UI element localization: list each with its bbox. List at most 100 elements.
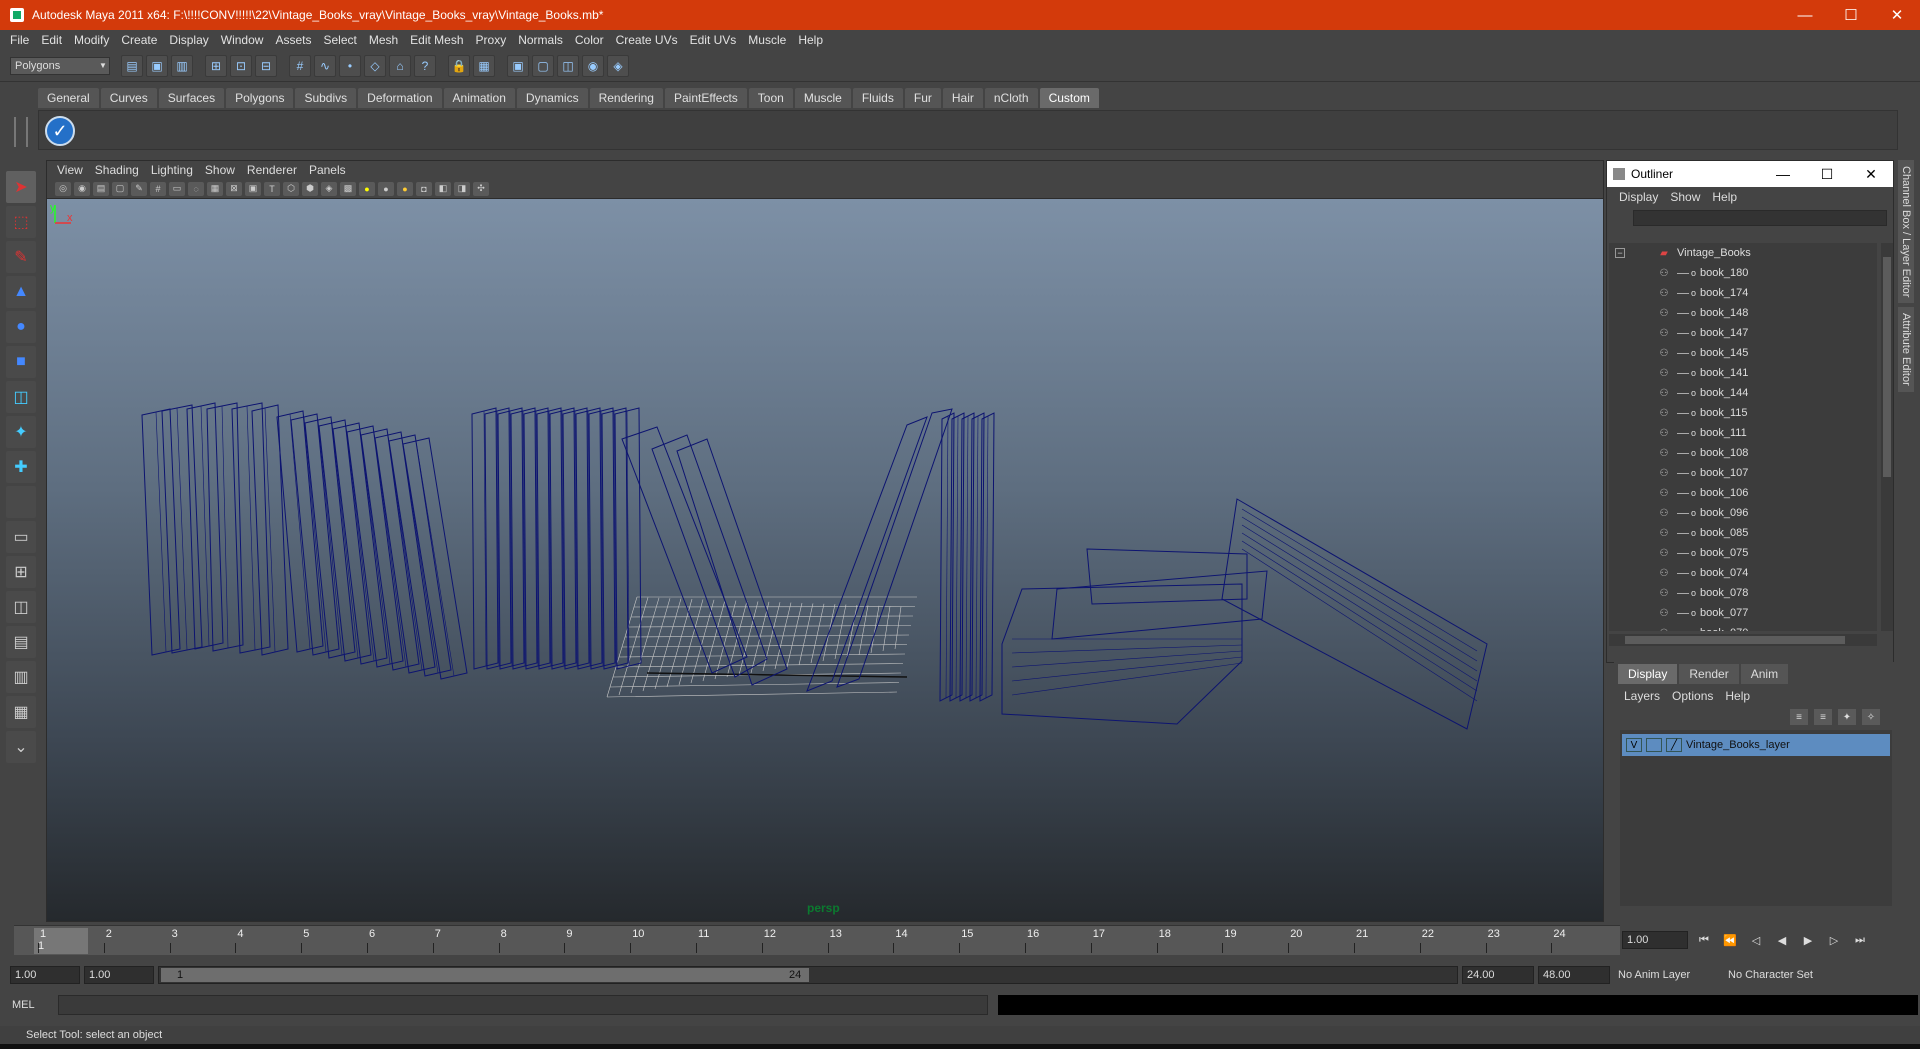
- shelf-handle[interactable]: [14, 117, 28, 147]
- outliner-item[interactable]: ⚇ o book_148: [1609, 303, 1877, 323]
- range-slider-handle[interactable]: [161, 968, 809, 982]
- snap-grid-icon[interactable]: #: [289, 54, 311, 77]
- render-frame-icon[interactable]: ▣: [507, 54, 529, 77]
- outliner-item[interactable]: ⚇ o book_077: [1609, 603, 1877, 623]
- new-layer-selected-icon[interactable]: ✧: [1862, 709, 1880, 725]
- field-chart-icon[interactable]: ⊠: [226, 181, 242, 196]
- select-hierarchy-icon[interactable]: ⊞: [205, 54, 227, 77]
- four-pane-layout-icon[interactable]: ⊞: [6, 556, 36, 588]
- more-layouts-icon[interactable]: ⌄: [6, 731, 36, 763]
- perspective-viewport[interactable]: View Shading Lighting Show Renderer Panels ◎ …: [46, 160, 1604, 922]
- play-forward-icon[interactable]: ▶: [1798, 934, 1818, 947]
- rotate-tool-icon[interactable]: ●: [6, 311, 36, 343]
- menu-display[interactable]: Display: [163, 33, 214, 47]
- play-backward-icon[interactable]: ◀: [1772, 934, 1792, 947]
- vray-icon[interactable]: ◈: [607, 54, 629, 77]
- safe-action-icon[interactable]: ▣: [245, 181, 261, 196]
- xray-joints-icon[interactable]: ◨: [454, 181, 470, 196]
- outliner-item[interactable]: ⚇ o book_074: [1609, 563, 1877, 583]
- manipulator-tool-icon[interactable]: ◫: [6, 381, 36, 413]
- viewport-canvas[interactable]: y x persp: [47, 199, 1603, 921]
- render-settings-icon[interactable]: ◫: [557, 54, 579, 77]
- outliner-menu-show[interactable]: Show: [1664, 190, 1706, 204]
- layer-tab-anim[interactable]: Anim: [1740, 664, 1789, 684]
- textured-icon[interactable]: ▩: [340, 181, 356, 196]
- collapse-toggle[interactable]: −: [1615, 248, 1625, 258]
- new-layer-icon[interactable]: ✦: [1838, 709, 1856, 725]
- maximize-button[interactable]: ☐: [1828, 0, 1874, 30]
- outliner-menu-display[interactable]: Display: [1613, 190, 1664, 204]
- outliner-minimize-button[interactable]: —: [1761, 166, 1805, 182]
- outliner-item[interactable]: ⚇ o book_106: [1609, 483, 1877, 503]
- shelf-tab-custom[interactable]: Custom: [1039, 88, 1099, 108]
- time-slider[interactable]: 1 2 3 4 5 6 7 8 9 10 11 12 13 14 15 16 17 18 19 20 21 22 23 24 1: [14, 925, 1620, 955]
- minimize-button[interactable]: —: [1782, 0, 1828, 30]
- menu-assets[interactable]: Assets: [269, 33, 317, 47]
- lasso-tool-icon[interactable]: ⬚: [6, 206, 36, 238]
- outliner-item[interactable]: ⚇ o book_180: [1609, 263, 1877, 283]
- soft-mod-icon[interactable]: ✦: [6, 416, 36, 448]
- side-tab-1[interactable]: Attribute Editor: [1898, 307, 1914, 393]
- step-back-key-icon[interactable]: ⏪: [1720, 934, 1740, 947]
- outliner-tree[interactable]: − ▰ Vintage_Books ⚇ o book_180 ⚇ o book_174 ⚇ o…: [1609, 243, 1877, 631]
- layer-menu-layers[interactable]: Layers: [1618, 689, 1666, 703]
- outliner-item[interactable]: ⚇ o book_115: [1609, 403, 1877, 423]
- select-tool-icon[interactable]: ➤: [6, 171, 36, 203]
- shelf-tab-deformation[interactable]: Deformation: [358, 88, 442, 108]
- layer-menu-help[interactable]: Help: [1719, 689, 1756, 703]
- viewport-menu-shading[interactable]: Shading: [89, 163, 145, 177]
- viewport-menu-show[interactable]: Show: [199, 163, 241, 177]
- scale-tool-icon[interactable]: ■: [6, 346, 36, 378]
- graph-layout-icon[interactable]: ▥: [6, 661, 36, 693]
- persp-outliner-layout-icon[interactable]: ▤: [6, 626, 36, 658]
- character-set-dropdown[interactable]: No Character Set: [1724, 966, 1834, 984]
- playback-end-field[interactable]: 24.00: [1462, 966, 1534, 984]
- shadows-icon[interactable]: ●: [378, 181, 394, 196]
- outliner-item[interactable]: ⚇ o book_078: [1609, 583, 1877, 603]
- outliner-vertical-scrollbar[interactable]: [1881, 243, 1893, 631]
- two-d-pan-icon[interactable]: ✎: [131, 181, 147, 196]
- step-forward-frame-icon[interactable]: ▷: [1824, 934, 1844, 947]
- outliner-item[interactable]: ⚇ o book_070: [1609, 623, 1877, 631]
- side-by-side-layout-icon[interactable]: ◫: [6, 591, 36, 623]
- step-back-frame-icon[interactable]: ◁: [1746, 934, 1766, 947]
- current-time-field[interactable]: 1.00: [1622, 931, 1688, 949]
- shelf-tab-dynamics[interactable]: Dynamics: [516, 88, 588, 108]
- outliner-maximize-button[interactable]: ☐: [1805, 166, 1849, 183]
- select-object-icon[interactable]: ⊡: [230, 54, 252, 77]
- menu-muscle[interactable]: Muscle: [742, 33, 792, 47]
- range-slider[interactable]: 1 24: [158, 966, 1458, 984]
- start-time-field[interactable]: 1.00: [10, 966, 80, 984]
- select-component-icon[interactable]: ⊟: [255, 54, 277, 77]
- safe-title-icon[interactable]: T: [264, 181, 280, 196]
- ipr-render-icon[interactable]: ▢: [532, 54, 554, 77]
- go-to-end-icon[interactable]: ⏭: [1850, 934, 1870, 947]
- input-ops-icon[interactable]: ▦: [473, 54, 495, 77]
- bookmark-icon[interactable]: ▤: [93, 181, 109, 196]
- shelf-tab-muscle[interactable]: Muscle: [794, 88, 851, 108]
- outliner-item[interactable]: ⚇ o book_174: [1609, 283, 1877, 303]
- mel-input[interactable]: [58, 995, 988, 1015]
- layer-tab-display[interactable]: Display: [1618, 664, 1678, 684]
- camera-attr-icon[interactable]: ◉: [74, 181, 90, 196]
- hypershade-icon[interactable]: ◉: [582, 54, 604, 77]
- shelf-tab-general[interactable]: General: [38, 88, 99, 108]
- menu-edit[interactable]: Edit: [35, 33, 68, 47]
- camera-icon[interactable]: ◎: [55, 181, 71, 196]
- menu-normals[interactable]: Normals: [512, 33, 569, 47]
- outliner-item[interactable]: ⚇ o book_147: [1609, 323, 1877, 343]
- menu-help[interactable]: Help: [792, 33, 829, 47]
- layer-display-type-toggle[interactable]: [1646, 738, 1662, 752]
- wireframe-on-shaded-icon[interactable]: ◈: [321, 181, 337, 196]
- layer-visibility-toggle[interactable]: V: [1626, 738, 1642, 752]
- shelf-tab-rendering[interactable]: Rendering: [589, 88, 663, 108]
- shelf-tab-toon[interactable]: Toon: [748, 88, 793, 108]
- menu-select[interactable]: Select: [317, 33, 362, 47]
- menu-create[interactable]: Create: [115, 33, 163, 47]
- show-manip-icon[interactable]: ✚: [6, 451, 36, 483]
- menu-proxy[interactable]: Proxy: [470, 33, 513, 47]
- shelf-tab-fur[interactable]: Fur: [904, 88, 941, 108]
- lights-icon[interactable]: ●: [359, 181, 375, 196]
- isolate-select-icon[interactable]: ◘: [416, 181, 432, 196]
- close-button[interactable]: ✕: [1874, 0, 1920, 30]
